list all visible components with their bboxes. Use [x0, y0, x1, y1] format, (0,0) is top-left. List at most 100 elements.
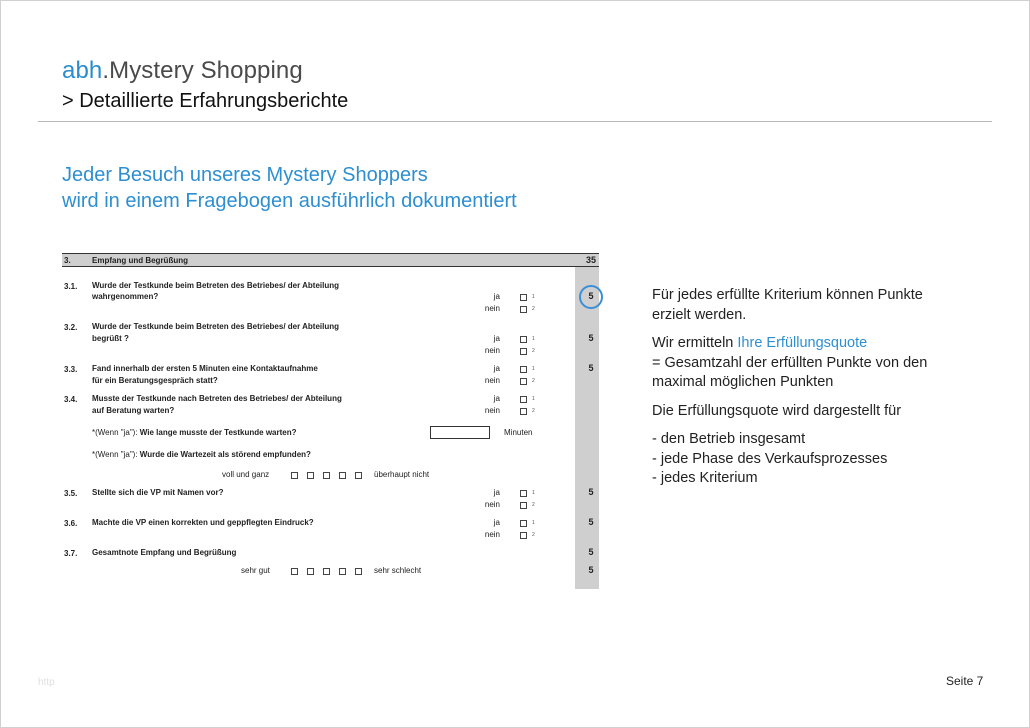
scale-right-label: sehr schlecht	[374, 566, 422, 575]
question-text-cont: wahrgenommen?	[92, 292, 159, 301]
option-code: 2	[532, 502, 535, 508]
points-column	[575, 265, 599, 589]
option-no: nein	[484, 304, 500, 313]
question-text: Machte die VP einen korrekten und geppfl…	[92, 518, 314, 527]
disturb-question-text: Wurde die Wartezeit als störend empfunde…	[139, 450, 311, 459]
question-points: 5	[588, 363, 594, 373]
question-points: 5	[588, 517, 594, 527]
question-text: Wurde der Testkunde beim Betreten des Be…	[92, 281, 340, 290]
option-code: 2	[532, 348, 535, 354]
scale-checkbox[interactable]	[339, 568, 346, 575]
scale-checkbox[interactable]	[291, 472, 298, 479]
highlight-circle	[579, 285, 603, 309]
question-number: 3.2.	[64, 323, 78, 332]
checkbox-yes[interactable]	[520, 396, 527, 403]
explanation-p1: Für jedes erfüllte Kriterium können Punk…	[652, 287, 923, 323]
section-title: Empfang und Begrüßung	[92, 256, 188, 265]
scale-left-label: voll und ganz	[222, 470, 270, 479]
explanation-p2: Wir ermitteln Ihre Erfüllungsquote = Gesa…	[652, 334, 952, 393]
scale-checkbox[interactable]	[323, 472, 330, 479]
option-code: 2	[532, 306, 535, 312]
scale-checkbox[interactable]	[323, 568, 330, 575]
list-item: - den Betrieb insgesamt	[652, 431, 806, 447]
scale-checkbox[interactable]	[307, 568, 314, 575]
explanation-p2-pre: Wir ermitteln	[652, 335, 738, 351]
scale-left-label: sehr gut	[241, 566, 270, 575]
explanation-text: Für jedes erfüllte Kriterium können Punk…	[652, 286, 952, 489]
checkbox-no[interactable]	[520, 532, 527, 539]
header-divider	[38, 121, 992, 122]
question-text-cont: für ein Beratungsgespräch statt?	[92, 376, 218, 385]
wait-unit: Minuten	[504, 428, 533, 437]
list-item: - jedes Kriterium	[652, 470, 758, 486]
checkbox-yes[interactable]	[520, 294, 527, 301]
option-no: nein	[484, 406, 500, 415]
scale-checkbox[interactable]	[291, 568, 298, 575]
checkbox-no[interactable]	[520, 306, 527, 313]
option-yes: ja	[493, 292, 500, 301]
scale-checkbox[interactable]	[355, 568, 362, 575]
option-yes: ja	[493, 394, 500, 403]
checkbox-no[interactable]	[520, 502, 527, 509]
list-item: - jede Phase des Verkaufsprozesses	[652, 450, 888, 467]
question-text-cont: begrüßt ?	[92, 334, 129, 343]
overall-title: Gesamtnote Empfang und Begrüßung	[92, 548, 237, 557]
question-points: 5	[588, 487, 594, 497]
checkbox-no[interactable]	[520, 378, 527, 385]
section-points: 35	[585, 255, 596, 265]
scale-checkbox[interactable]	[339, 472, 346, 479]
brand-accent: abh	[62, 57, 103, 84]
option-no: nein	[484, 376, 500, 385]
checkbox-yes[interactable]	[520, 490, 527, 497]
footer-url: http	[38, 677, 55, 688]
option-yes: ja	[493, 518, 500, 527]
question-points: 5	[588, 333, 594, 343]
option-code: 1	[532, 366, 535, 372]
question-number: 3.5.	[64, 489, 78, 498]
option-code: 1	[532, 336, 535, 342]
option-no: nein	[484, 500, 500, 509]
page-number: Seite 7	[946, 674, 984, 688]
checkbox-yes[interactable]	[520, 520, 527, 527]
question-text: Stellte sich die VP mit Namen vor?	[92, 488, 224, 497]
option-code: 2	[532, 408, 535, 414]
question-text: Wurde der Testkunde beim Betreten des Be…	[92, 322, 340, 331]
disturb-prefix: *(Wenn "ja"):	[92, 450, 140, 459]
option-no: nein	[484, 530, 500, 539]
scale-checkbox[interactable]	[307, 472, 314, 479]
question-text: Musste der Testkunde nach Betreten des B…	[92, 394, 342, 403]
checkbox-yes[interactable]	[520, 366, 527, 373]
question-number: 3.7.	[64, 549, 78, 558]
question-number: 3.1.	[64, 282, 78, 291]
wait-question-text: Wie lange musste der Testkunde warten?	[139, 428, 297, 437]
explanation-p2-accent: Ihre Erfüllungsquote	[737, 335, 868, 351]
option-code: 1	[532, 294, 535, 300]
wait-prefix: *(Wenn "ja"):	[92, 428, 140, 437]
headline-line-2: wird in einem Fragebogen ausführlich dok…	[62, 190, 517, 212]
checkbox-no[interactable]	[520, 408, 527, 415]
option-code: 2	[532, 532, 535, 538]
question-number: 3.6.	[64, 519, 78, 528]
checkbox-yes[interactable]	[520, 336, 527, 343]
explanation-p3: Die Erfüllungsquote wird dargestellt für	[652, 402, 902, 419]
checkbox-no[interactable]	[520, 348, 527, 355]
scale-points: 5	[588, 565, 594, 575]
explanation-list: - den Betrieb insgesamt - jede Phase des…	[652, 430, 952, 489]
overall-points: 5	[588, 547, 594, 557]
option-code: 1	[532, 396, 535, 402]
scale-right-label: überhaupt nicht	[374, 470, 430, 479]
headline: Jeder Besuch unseres Mystery Shoppers wi…	[62, 162, 517, 214]
scale-checkbox[interactable]	[355, 472, 362, 479]
question-number: 3.3.	[64, 365, 78, 374]
question-text: Fand innerhalb der ersten 5 Minuten eine…	[92, 364, 318, 373]
wait-minutes-input[interactable]	[430, 426, 490, 439]
section-number: 3.	[64, 256, 71, 265]
option-yes: ja	[493, 334, 500, 343]
option-yes: ja	[493, 488, 500, 497]
brand-title: abh.Mystery Shopping	[62, 57, 303, 85]
wait-question: *(Wenn "ja"): Wie lange musste der Testk…	[92, 428, 297, 437]
headline-line-1: Jeder Besuch unseres Mystery Shoppers	[62, 164, 428, 186]
page-subtitle: > Detaillierte Erfahrungsberichte	[62, 90, 349, 112]
brand-rest: .Mystery Shopping	[102, 57, 303, 84]
option-code: 2	[532, 378, 535, 384]
